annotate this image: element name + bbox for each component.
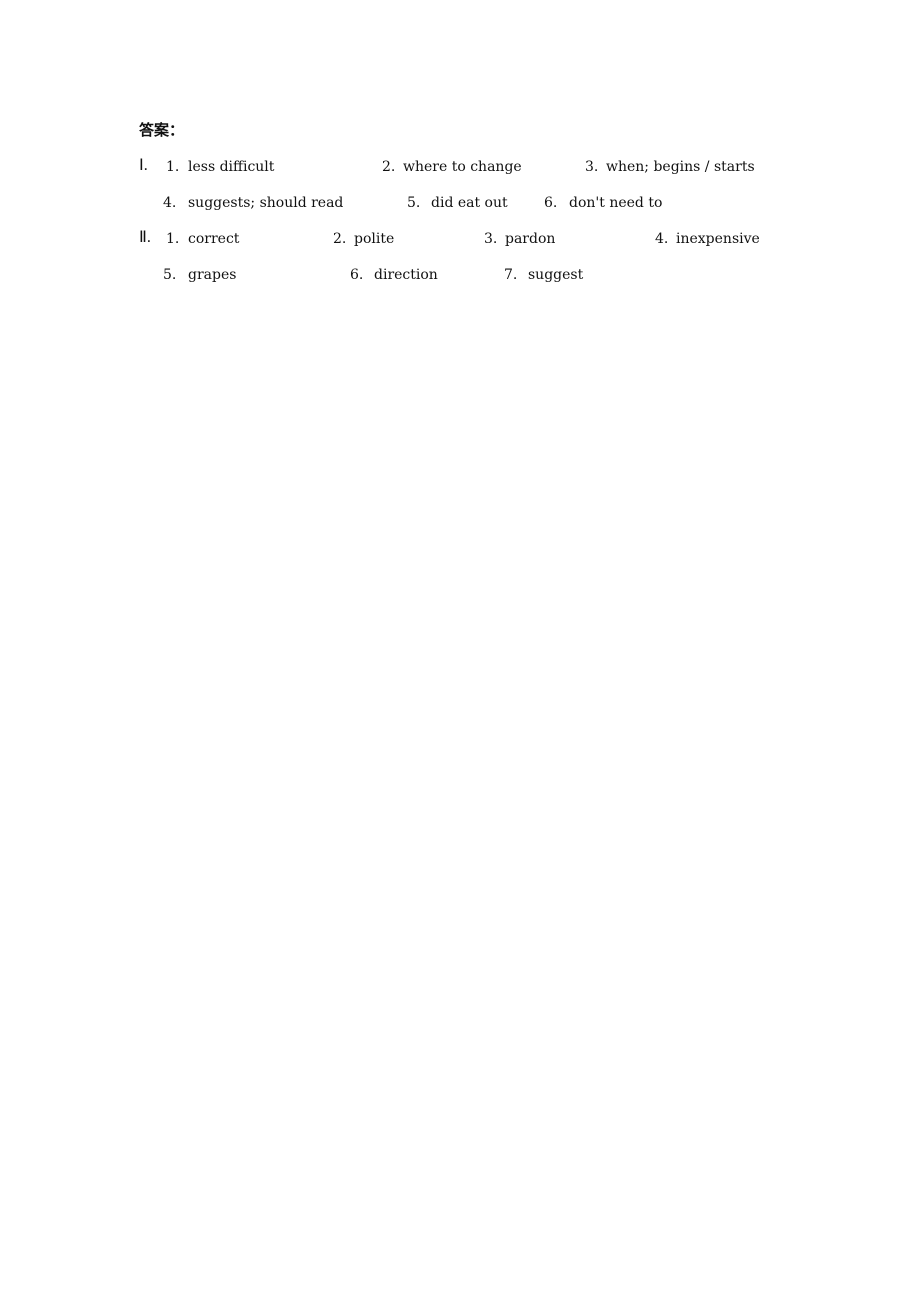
section-1-numeral: Ⅰ. [139, 157, 148, 174]
answer-text: direction [374, 267, 438, 283]
answer-number: 7. [504, 267, 518, 283]
answer-number: 1. [166, 159, 180, 175]
answers-heading: 答案： [139, 121, 185, 139]
answer-number: 1. [166, 231, 180, 247]
answer-number: 5. [407, 195, 421, 211]
answer-text: where to change [403, 159, 522, 175]
answer-number: 6. [544, 195, 558, 211]
answer-number: 2. [333, 231, 347, 247]
document-page: 答案： Ⅰ. 1. less difficult 2. where to cha… [0, 0, 920, 1302]
answer-number: 4. [655, 231, 669, 247]
answer-number: 5. [163, 267, 177, 283]
answer-number: 3. [585, 159, 599, 175]
answer-text: when; begins / starts [606, 159, 755, 175]
answer-text: correct [188, 231, 240, 247]
answer-number: 6. [350, 267, 364, 283]
answer-number: 4. [163, 195, 177, 211]
section-2-numeral: Ⅱ. [139, 229, 151, 246]
answer-text: grapes [188, 267, 237, 283]
answer-text: suggest [528, 267, 584, 283]
answer-number: 2. [382, 159, 396, 175]
answer-text: suggests; should read [188, 195, 344, 211]
answer-text: inexpensive [676, 231, 760, 247]
answer-text: don't need to [569, 195, 663, 211]
answer-text: polite [354, 231, 395, 247]
answer-text: did eat out [431, 195, 508, 211]
answer-text: pardon [505, 231, 556, 247]
answer-number: 3. [484, 231, 498, 247]
answer-text: less difficult [188, 159, 275, 175]
